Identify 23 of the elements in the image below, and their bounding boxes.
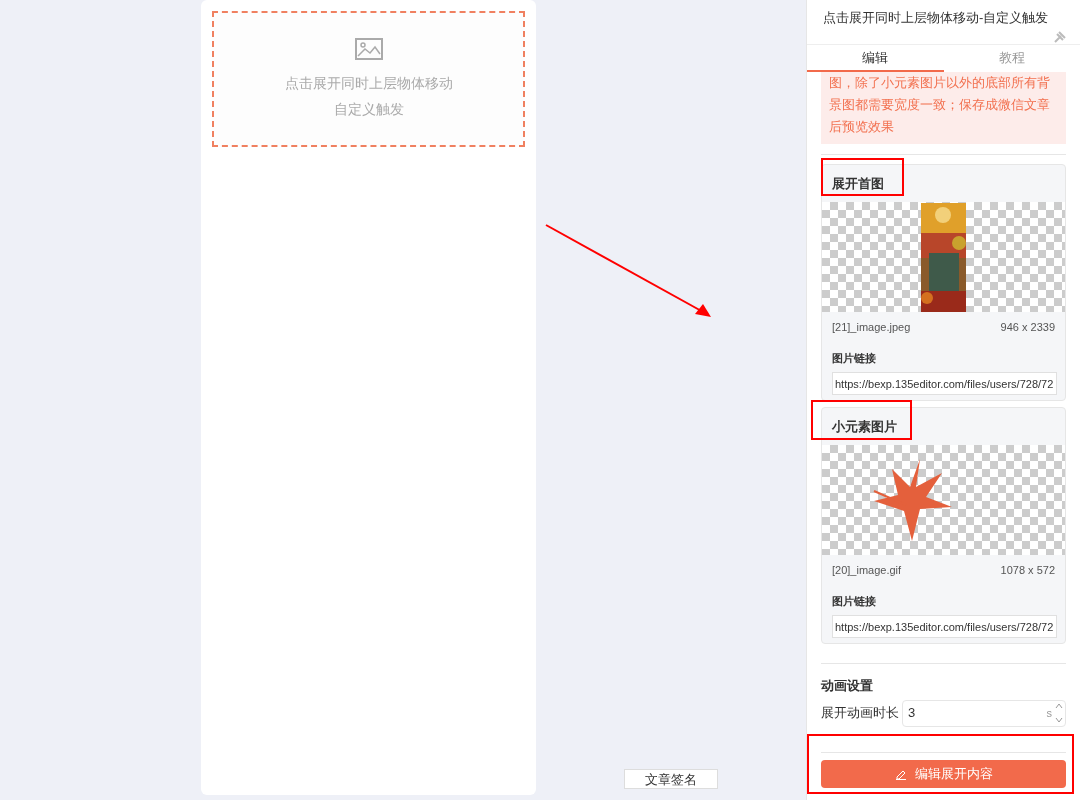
image-dimensions: 1078 x 572: [1000, 563, 1055, 578]
placeholder-text: 自定义触发: [333, 100, 404, 119]
signature-button[interactable]: 文章签名: [624, 769, 718, 789]
file-name: [21]_image.jpeg: [832, 320, 911, 335]
duration-field[interactable]: 3 s: [902, 699, 1066, 727]
card-title: 小元素图片: [832, 419, 897, 434]
value-input[interactable]: 3: [908, 703, 1047, 723]
template-title: 点击展开同时上层物体移动-自定义触发: [823, 8, 1049, 27]
field-label: 图片链接: [831, 350, 877, 366]
unit-label: s: [1046, 705, 1052, 721]
field-label: 展开动画时长: [821, 704, 899, 723]
section-title: 动画设置: [821, 677, 874, 695]
link-field[interactable]: https://bexp.135editor.com/files/users/728/72: [832, 372, 1057, 395]
link-field[interactable]: https://bexp.135editor.com/files/users/728/72: [832, 615, 1057, 638]
notice-text: 图，除了小元素图片以外的底部所有背景图都需要宽度一致；保存成微信文章后预览效果: [821, 72, 1066, 144]
placeholder-text: 点击展开同时上层物体移动: [284, 74, 453, 93]
image-dimensions: 946 x 2339: [1000, 320, 1055, 335]
card-title: 展开首图: [832, 176, 884, 191]
image-icon: [354, 38, 383, 60]
spinner-icon[interactable]: [1055, 702, 1063, 724]
file-name: [20]_image.gif: [832, 563, 902, 578]
tools-icon[interactable]: [1054, 31, 1066, 43]
field-label: 图片链接: [831, 593, 877, 609]
